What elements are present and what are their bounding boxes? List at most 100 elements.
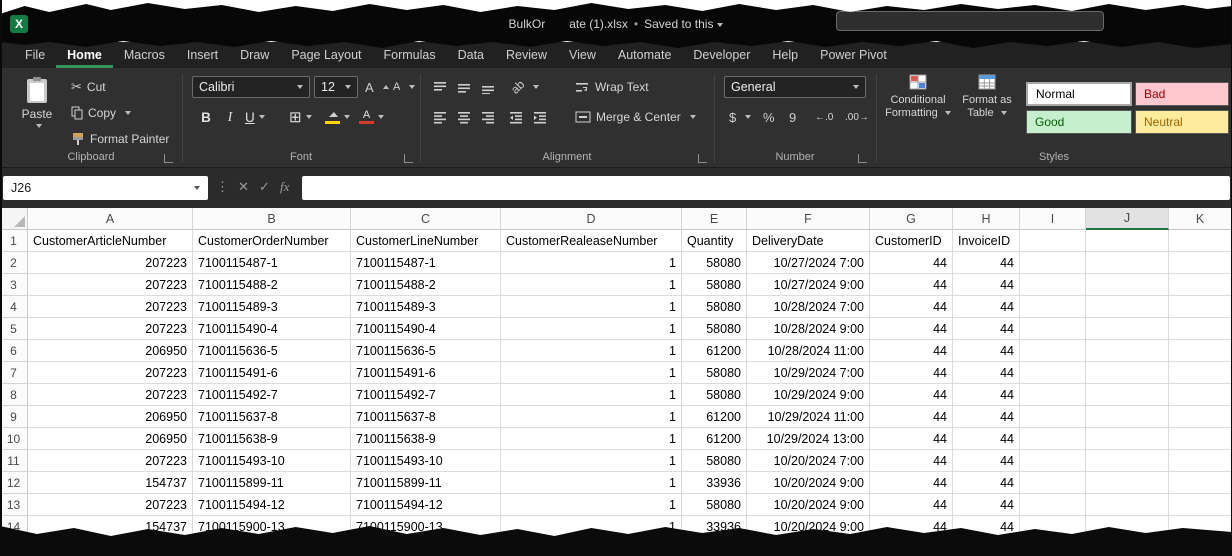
cell-F12[interactable]: 10/20/2024 9:00 xyxy=(747,472,870,494)
column-header-B[interactable]: B xyxy=(193,208,351,230)
cell-C4[interactable]: 7100115489-3 xyxy=(351,296,501,318)
cell-I8[interactable] xyxy=(1020,384,1086,406)
cell-J13[interactable] xyxy=(1086,494,1169,516)
underline-button[interactable]: U xyxy=(242,106,268,128)
cell-A11[interactable]: 207223 xyxy=(28,450,193,472)
cell-B9[interactable]: 7100115637-8 xyxy=(193,406,351,428)
cell-J8[interactable] xyxy=(1086,384,1169,406)
cell-E11[interactable]: 58080 xyxy=(682,450,747,472)
cell-J1[interactable] xyxy=(1086,230,1169,252)
cell-A8[interactable]: 207223 xyxy=(28,384,193,406)
cell-H13[interactable]: 44 xyxy=(953,494,1020,516)
cell-A13[interactable]: 207223 xyxy=(28,494,193,516)
cell-I2[interactable] xyxy=(1020,252,1086,274)
cell-C13[interactable]: 7100115494-12 xyxy=(351,494,501,516)
cell-E10[interactable]: 61200 xyxy=(682,428,747,450)
cell-F5[interactable]: 10/28/2024 9:00 xyxy=(747,318,870,340)
cell-K10[interactable] xyxy=(1169,428,1232,450)
column-header-C[interactable]: C xyxy=(351,208,501,230)
enter-icon[interactable]: ✓ xyxy=(259,179,270,195)
cell-F3[interactable]: 10/27/2024 9:00 xyxy=(747,274,870,296)
cell-G2[interactable]: 44 xyxy=(870,252,953,274)
cell-I9[interactable] xyxy=(1020,406,1086,428)
cell-I1[interactable] xyxy=(1020,230,1086,252)
align-bottom-button[interactable] xyxy=(478,76,499,98)
cell-B12[interactable]: 7100115899-11 xyxy=(193,472,351,494)
cell-F2[interactable]: 10/27/2024 7:00 xyxy=(747,252,870,274)
accounting-format-button[interactable]: $ xyxy=(726,106,754,128)
cell-I12[interactable] xyxy=(1020,472,1086,494)
align-right-button[interactable] xyxy=(478,106,499,128)
cell-J6[interactable] xyxy=(1086,340,1169,362)
cell-E8[interactable]: 58080 xyxy=(682,384,747,406)
cell-G11[interactable]: 44 xyxy=(870,450,953,472)
cell-D13[interactable]: 1 xyxy=(501,494,682,516)
cell-J5[interactable] xyxy=(1086,318,1169,340)
cell-style-normal[interactable]: Normal xyxy=(1026,82,1132,106)
cell-E3[interactable]: 58080 xyxy=(682,274,747,296)
cell-B10[interactable]: 7100115638-9 xyxy=(193,428,351,450)
cell-H6[interactable]: 44 xyxy=(953,340,1020,362)
cell-D3[interactable]: 1 xyxy=(501,274,682,296)
cell-E1[interactable]: Quantity xyxy=(682,230,747,252)
column-header-J[interactable]: J xyxy=(1086,208,1169,230)
name-box-separator[interactable]: ⋮ xyxy=(216,179,229,195)
cell-H4[interactable]: 44 xyxy=(953,296,1020,318)
column-header-K[interactable]: K xyxy=(1169,208,1232,230)
menu-tab-developer[interactable]: Developer xyxy=(682,42,761,68)
cell-H3[interactable]: 44 xyxy=(953,274,1020,296)
name-box[interactable]: J26 xyxy=(3,176,208,200)
cell-H8[interactable]: 44 xyxy=(953,384,1020,406)
cell-J12[interactable] xyxy=(1086,472,1169,494)
column-header-E[interactable]: E xyxy=(682,208,747,230)
cell-K2[interactable] xyxy=(1169,252,1232,274)
cell-D6[interactable]: 1 xyxy=(501,340,682,362)
merge-center-button[interactable]: Merge & Center xyxy=(572,106,699,128)
cell-C6[interactable]: 7100115636-5 xyxy=(351,340,501,362)
cell-B6[interactable]: 7100115636-5 xyxy=(193,340,351,362)
cell-A4[interactable]: 207223 xyxy=(28,296,193,318)
align-middle-button[interactable] xyxy=(454,76,475,98)
cell-J2[interactable] xyxy=(1086,252,1169,274)
cell-D2[interactable]: 1 xyxy=(501,252,682,274)
italic-button[interactable]: I xyxy=(220,106,240,128)
paste-button[interactable]: Paste xyxy=(10,76,64,150)
cell-A7[interactable]: 207223 xyxy=(28,362,193,384)
cell-G6[interactable]: 44 xyxy=(870,340,953,362)
cell-A5[interactable]: 207223 xyxy=(28,318,193,340)
cell-C1[interactable]: CustomerLineNumber xyxy=(351,230,501,252)
column-header-F[interactable]: F xyxy=(747,208,870,230)
row-header-4[interactable]: 4 xyxy=(0,296,28,318)
column-header-H[interactable]: H xyxy=(953,208,1020,230)
comma-style-button[interactable]: 9 xyxy=(786,106,799,128)
cell-B11[interactable]: 7100115493-10 xyxy=(193,450,351,472)
decrease-decimal-button[interactable]: .00→ xyxy=(842,106,872,128)
align-center-button[interactable] xyxy=(454,106,475,128)
cell-C12[interactable]: 7100115899-11 xyxy=(351,472,501,494)
cell-D11[interactable]: 1 xyxy=(501,450,682,472)
cell-A10[interactable]: 206950 xyxy=(28,428,193,450)
cell-F11[interactable]: 10/20/2024 7:00 xyxy=(747,450,870,472)
row-header-10[interactable]: 10 xyxy=(0,428,28,450)
cell-F7[interactable]: 10/29/2024 7:00 xyxy=(747,362,870,384)
row-header-12[interactable]: 12 xyxy=(0,472,28,494)
number-format-select[interactable]: General xyxy=(724,76,866,98)
cell-H11[interactable]: 44 xyxy=(953,450,1020,472)
cell-G9[interactable]: 44 xyxy=(870,406,953,428)
cell-D8[interactable]: 1 xyxy=(501,384,682,406)
cell-J3[interactable] xyxy=(1086,274,1169,296)
increase-decimal-button[interactable]: ←.0 xyxy=(812,106,836,128)
cell-G4[interactable]: 44 xyxy=(870,296,953,318)
cell-K8[interactable] xyxy=(1169,384,1232,406)
cell-E4[interactable]: 58080 xyxy=(682,296,747,318)
cell-K9[interactable] xyxy=(1169,406,1232,428)
cell-J11[interactable] xyxy=(1086,450,1169,472)
cell-F1[interactable]: DeliveryDate xyxy=(747,230,870,252)
cell-F9[interactable]: 10/29/2024 11:00 xyxy=(747,406,870,428)
cell-H1[interactable]: InvoiceID xyxy=(953,230,1020,252)
cell-H7[interactable]: 44 xyxy=(953,362,1020,384)
cell-F4[interactable]: 10/28/2024 7:00 xyxy=(747,296,870,318)
cell-B8[interactable]: 7100115492-7 xyxy=(193,384,351,406)
cell-D10[interactable]: 1 xyxy=(501,428,682,450)
cell-B7[interactable]: 7100115491-6 xyxy=(193,362,351,384)
